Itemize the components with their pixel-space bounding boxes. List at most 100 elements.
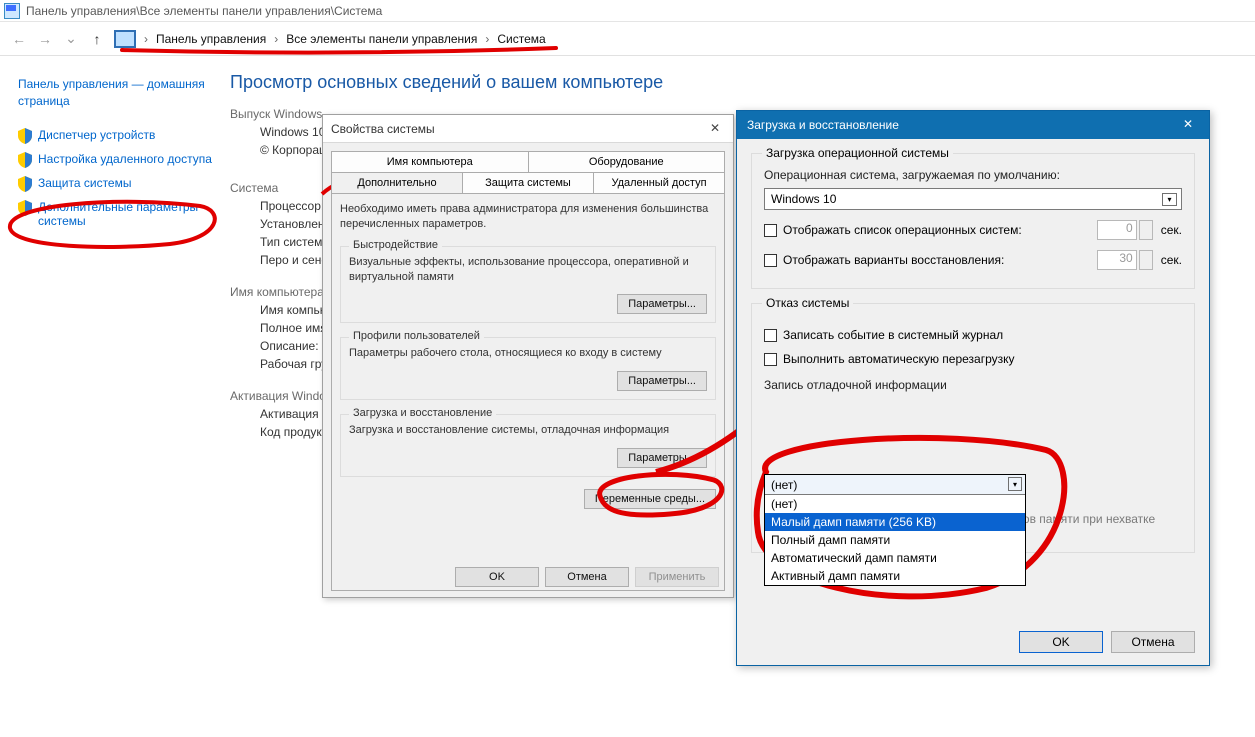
sidebar-item-label: Настройка удаленного доступа: [38, 152, 212, 166]
log-event-label: Записать событие в системный журнал: [783, 328, 1003, 342]
group-startup-desc: Загрузка и восстановление системы, отлад…: [349, 423, 707, 438]
monitor-icon: [114, 30, 136, 48]
tab-remote[interactable]: Удаленный доступ: [594, 172, 725, 193]
sidebar-item-system-protection[interactable]: Защита системы: [18, 174, 218, 194]
performance-params-button[interactable]: Параметры...: [617, 294, 707, 314]
breadcrumb-control-panel[interactable]: Панель управления: [152, 30, 270, 48]
cancel-button[interactable]: Отмена: [1111, 631, 1195, 653]
tab-advanced[interactable]: Дополнительно: [331, 172, 463, 193]
group-startup-label: Загрузка и восстановление: [349, 407, 496, 419]
sidebar-item-remote-settings[interactable]: Настройка удаленного доступа: [18, 150, 218, 170]
nav-recent-button[interactable]: ⌄: [58, 26, 84, 52]
spinner-icon[interactable]: [1139, 220, 1153, 240]
chevron-right-icon[interactable]: ›: [481, 32, 493, 46]
address-bar: ← → ⌄ ↑ › Панель управления › Все элемен…: [0, 22, 1255, 56]
log-event-checkbox[interactable]: [764, 329, 777, 342]
apply-button[interactable]: Применить: [635, 567, 719, 587]
dump-option-small[interactable]: Малый дамп памяти (256 KB): [765, 513, 1025, 531]
close-button[interactable]: ✕: [703, 118, 727, 138]
seconds-unit: сек.: [1161, 253, 1182, 267]
group-os-boot-label: Загрузка операционной системы: [762, 146, 953, 160]
env-vars-button[interactable]: Переменные среды...: [584, 489, 716, 509]
group-profiles-desc: Параметры рабочего стола, относящиеся ко…: [349, 346, 707, 361]
spinner-icon[interactable]: [1139, 250, 1153, 270]
profiles-params-button[interactable]: Параметры...: [617, 371, 707, 391]
chevron-down-icon: ▾: [1162, 193, 1177, 206]
dialog-button-row: OK Отмена: [1019, 631, 1195, 653]
system-properties-dialog: Свойства системы ✕ Имя компьютера Оборуд…: [322, 114, 734, 598]
sidebar-item-advanced-settings[interactable]: Дополнительные параметры системы: [18, 198, 218, 230]
breadcrumb-all-items[interactable]: Все элементы панели управления: [282, 30, 481, 48]
chevron-right-icon[interactable]: ›: [270, 32, 282, 46]
sidebar-home-link[interactable]: Панель управления — домашняя страница: [18, 76, 218, 110]
dump-option-none[interactable]: (нет): [765, 495, 1025, 513]
cancel-button[interactable]: Отмена: [545, 567, 629, 587]
dump-option-full[interactable]: Полный дамп памяти: [765, 531, 1025, 549]
nav-up-button[interactable]: ↑: [84, 26, 110, 52]
sidebar: Панель управления — домашняя страница Ди…: [18, 76, 218, 234]
group-system-failure-label: Отказ системы: [762, 296, 853, 310]
dump-option-active[interactable]: Активный дамп памяти: [765, 567, 1025, 585]
window-title: Панель управления\Все элементы панели уп…: [26, 4, 382, 18]
label-default-os: Операционная система, загружаемая по умо…: [764, 168, 1182, 182]
group-performance: Быстродействие Визуальные эффекты, испол…: [340, 246, 716, 324]
show-recovery-label: Отображать варианты восстановления:: [783, 253, 1095, 267]
shield-icon: [18, 176, 32, 192]
tab-computer-name[interactable]: Имя компьютера: [331, 151, 529, 172]
nav-back-button[interactable]: ←: [6, 26, 32, 52]
show-recovery-checkbox[interactable]: [764, 254, 777, 267]
group-performance-label: Быстродействие: [349, 239, 442, 251]
tabs: Имя компьютера Оборудование Дополнительн…: [323, 143, 733, 193]
close-button[interactable]: ✕: [1171, 113, 1205, 135]
tab-system-protection[interactable]: Защита системы: [463, 172, 594, 193]
sidebar-item-device-manager[interactable]: Диспетчер устройств: [18, 126, 218, 146]
chevron-right-icon[interactable]: ›: [140, 32, 152, 46]
shield-icon: [18, 200, 32, 216]
startup-recovery-titlebar[interactable]: Загрузка и восстановление ✕: [737, 111, 1209, 139]
dump-type-selected: (нет): [771, 478, 797, 492]
group-startup-recovery: Загрузка и восстановление Загрузка и вос…: [340, 414, 716, 477]
group-profiles-label: Профили пользователей: [349, 330, 484, 342]
tab-hardware[interactable]: Оборудование: [529, 151, 726, 172]
dump-info-label: Запись отладочной информации: [764, 378, 1182, 392]
auto-restart-row: Выполнить автоматическую перезагрузку: [764, 352, 1182, 366]
window-titlebar: Панель управления\Все элементы панели уп…: [0, 0, 1255, 22]
ok-button[interactable]: OK: [455, 567, 539, 587]
control-panel-icon: [4, 3, 20, 19]
ok-button[interactable]: OK: [1019, 631, 1103, 653]
recovery-seconds-input[interactable]: 30: [1097, 250, 1137, 270]
show-os-list-checkbox[interactable]: [764, 224, 777, 237]
dialog-title: Свойства системы: [331, 122, 435, 136]
admin-note: Необходимо иметь права администратора дл…: [340, 202, 716, 232]
dump-type-dropdown[interactable]: (нет) ▾ (нет) Малый дамп памяти (256 KB)…: [764, 474, 1026, 586]
advanced-tab-page: Необходимо иметь права администратора дл…: [331, 193, 725, 591]
chevron-down-icon: ▾: [1008, 477, 1022, 491]
seconds-unit: сек.: [1161, 223, 1182, 237]
shield-icon: [18, 128, 32, 144]
log-event-row: Записать событие в системный журнал: [764, 328, 1182, 342]
startup-params-button[interactable]: Параметры...: [617, 448, 707, 468]
os-list-seconds-input[interactable]: 0: [1097, 220, 1137, 240]
sidebar-item-label: Диспетчер устройств: [38, 128, 155, 142]
auto-restart-label: Выполнить автоматическую перезагрузку: [783, 352, 1015, 366]
dump-type-select[interactable]: (нет) ▾: [765, 475, 1025, 495]
shield-icon: [18, 152, 32, 168]
dialog-button-row: OK Отмена Применить: [455, 567, 719, 587]
page-title: Просмотр основных сведений о вашем компь…: [230, 72, 1225, 93]
group-profiles: Профили пользователей Параметры рабочего…: [340, 337, 716, 400]
default-os-value: Windows 10: [771, 192, 836, 206]
show-recovery-row: Отображать варианты восстановления: 30 с…: [764, 250, 1182, 270]
breadcrumb-system[interactable]: Система: [493, 30, 549, 48]
sidebar-item-label: Защита системы: [38, 176, 131, 190]
dialog-title: Загрузка и восстановление: [747, 118, 899, 132]
group-os-boot: Загрузка операционной системы Операционн…: [751, 153, 1195, 289]
default-os-select[interactable]: Windows 10 ▾: [764, 188, 1182, 210]
show-os-list-row: Отображать список операционных систем: 0…: [764, 220, 1182, 240]
auto-restart-checkbox[interactable]: [764, 353, 777, 366]
system-properties-titlebar[interactable]: Свойства системы ✕: [323, 115, 733, 143]
show-os-list-label: Отображать список операционных систем:: [783, 223, 1095, 237]
group-performance-desc: Визуальные эффекты, использование процес…: [349, 255, 707, 285]
dump-option-auto[interactable]: Автоматический дамп памяти: [765, 549, 1025, 567]
nav-forward-button: →: [32, 26, 58, 52]
sidebar-item-label: Дополнительные параметры системы: [38, 200, 218, 228]
